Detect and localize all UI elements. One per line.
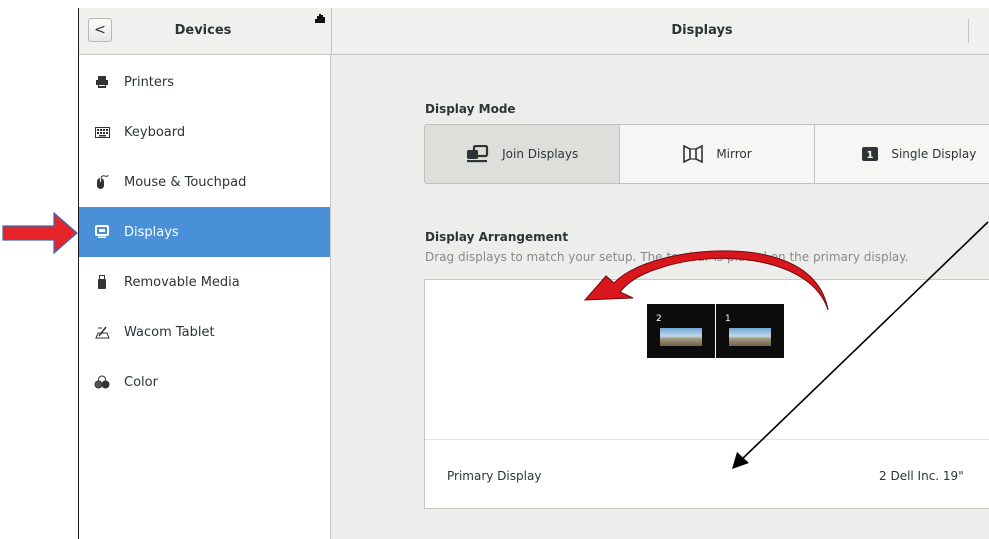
single-display-icon: 1 xyxy=(861,146,879,162)
left-header-bar: < Devices xyxy=(79,8,331,55)
displays-panel: Display Mode Join Displays Mirror 1 Sing… xyxy=(331,55,989,539)
sidebar-item-label: Removable Media xyxy=(124,274,240,290)
display-arrangement-hint: Drag displays to match your setup. The t… xyxy=(425,250,909,264)
page-title: Displays xyxy=(671,23,733,38)
primary-display-value[interactable]: 2 Dell Inc. 19" xyxy=(879,469,964,483)
sidebar-item-keyboard[interactable]: Keyboard xyxy=(79,107,330,157)
sidebar-item-displays[interactable]: Displays xyxy=(79,207,330,257)
sidebar-item-label: Displays xyxy=(124,224,179,240)
sidebar-item-label: Mouse & Touchpad xyxy=(124,174,247,190)
monitor-2[interactable]: 2 xyxy=(647,304,715,358)
mirror-icon xyxy=(682,144,704,164)
wallpaper-thumbnail xyxy=(729,328,771,346)
sidebar-item-wacom-tablet[interactable]: Wacom Tablet xyxy=(79,307,330,357)
display-icon xyxy=(93,223,111,241)
sidebar-item-printers[interactable]: Printers xyxy=(79,57,330,107)
sidebar-item-label: Wacom Tablet xyxy=(124,324,215,340)
sidebar-item-label: Color xyxy=(124,374,158,390)
sidebar: Printers Keyboard Mouse & Touchpad Displ… xyxy=(79,55,331,539)
sidebar-item-color[interactable]: Color xyxy=(79,357,330,407)
display-arrangement-heading: Display Arrangement xyxy=(425,230,569,244)
mouse-icon xyxy=(93,173,111,191)
header-separator xyxy=(968,19,969,43)
red-pointer-arrow xyxy=(2,211,78,255)
primary-display-label: Primary Display xyxy=(447,469,542,483)
single-display-button[interactable]: 1 Single Display xyxy=(815,125,989,183)
join-displays-button[interactable]: Join Displays xyxy=(425,125,621,183)
tablet-icon xyxy=(93,323,111,341)
hand-cursor-icon xyxy=(315,14,325,23)
right-header-bar: Displays xyxy=(331,8,989,55)
join-displays-icon xyxy=(466,145,490,163)
panel-title: Devices xyxy=(174,23,232,38)
sidebar-item-removable-media[interactable]: Removable Media xyxy=(79,257,330,307)
settings-window: < Devices Displays Printers Keyboard Mou… xyxy=(78,8,989,539)
mirror-button[interactable]: Mirror xyxy=(620,125,815,183)
display-mode-heading: Display Mode xyxy=(425,102,516,116)
keyboard-icon xyxy=(93,123,111,141)
display-mode-selector: Join Displays Mirror 1 Single Display xyxy=(424,124,989,184)
sidebar-item-mouse-touchpad[interactable]: Mouse & Touchpad xyxy=(79,157,330,207)
printer-icon xyxy=(93,73,111,91)
svg-text:1: 1 xyxy=(867,150,874,161)
sidebar-item-label: Keyboard xyxy=(124,124,186,140)
divider xyxy=(425,439,989,440)
usb-icon xyxy=(93,273,111,291)
sidebar-item-label: Printers xyxy=(124,74,175,90)
display-arrangement-area: 2 1 Primary Display 2 Dell Inc. 19" xyxy=(424,279,989,509)
monitor-1[interactable]: 1 xyxy=(716,304,784,358)
wallpaper-thumbnail xyxy=(660,328,702,346)
color-icon xyxy=(93,373,111,391)
